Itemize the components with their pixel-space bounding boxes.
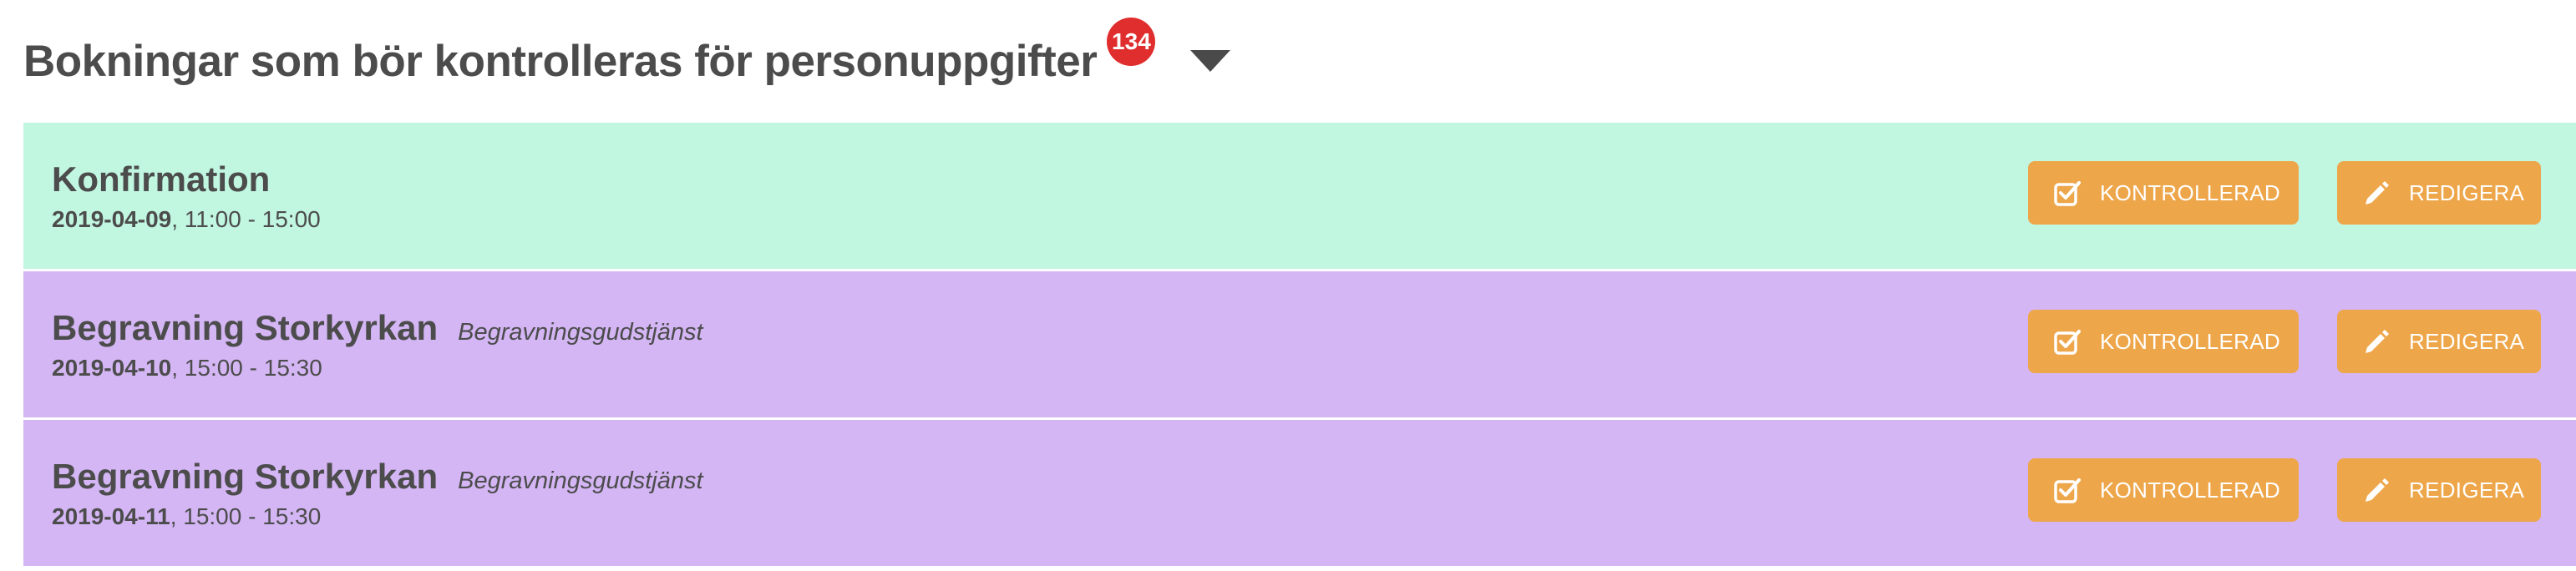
pencil-icon: [2362, 476, 2391, 504]
booking-info: Konfirmation 2019-04-09, 11:00 - 15:00: [52, 159, 321, 233]
mark-checked-label: KONTROLLERAD: [2100, 477, 2280, 503]
count-badge: 134: [1107, 18, 1156, 66]
booking-row: Begravning Storkyrkan Begravningsgudstjä…: [23, 420, 2576, 566]
section-header: Bokningar som bör kontrolleras för perso…: [23, 15, 1232, 107]
mark-checked-button[interactable]: KONTROLLERAD: [2028, 161, 2299, 225]
booking-type: Begravningsgudstjänst: [458, 319, 703, 346]
booking-type: Begravningsgudstjänst: [458, 467, 703, 494]
edit-button[interactable]: REDIGERA: [2337, 458, 2541, 522]
edit-label: REDIGERA: [2409, 477, 2525, 503]
edit-label: REDIGERA: [2409, 328, 2525, 354]
booking-info: Begravning Storkyrkan Begravningsgudstjä…: [52, 308, 703, 382]
booking-name-line: Konfirmation: [52, 159, 321, 200]
row-actions: KONTROLLERAD REDIGERA: [2028, 161, 2541, 225]
booking-row: Konfirmation 2019-04-09, 11:00 - 15:00 K…: [23, 123, 2576, 269]
row-actions: KONTROLLERAD REDIGERA: [2028, 458, 2541, 522]
collapse-toggle[interactable]: [1189, 47, 1232, 75]
edit-button[interactable]: REDIGERA: [2337, 161, 2541, 225]
row-actions: KONTROLLERAD REDIGERA: [2028, 310, 2541, 373]
pencil-icon: [2362, 179, 2391, 207]
mark-checked-label: KONTROLLERAD: [2100, 179, 2280, 205]
booking-name: Begravning Storkyrkan: [52, 457, 439, 496]
edit-label: REDIGERA: [2409, 179, 2525, 205]
pencil-icon: [2362, 327, 2391, 356]
mark-checked-label: KONTROLLERAD: [2100, 328, 2280, 354]
booking-name-line: Begravning Storkyrkan Begravningsgudstjä…: [52, 308, 703, 348]
booking-list: Konfirmation 2019-04-09, 11:00 - 15:00 K…: [23, 123, 2576, 568]
booking-info: Begravning Storkyrkan Begravningsgudstjä…: [52, 457, 703, 530]
checkbox-checked-icon: [2053, 327, 2082, 356]
booking-row: Begravning Storkyrkan Begravningsgudstjä…: [23, 271, 2576, 417]
checkbox-checked-icon: [2053, 476, 2082, 504]
booking-name-line: Begravning Storkyrkan Begravningsgudstjä…: [52, 457, 703, 497]
checkbox-checked-icon: [2053, 179, 2082, 207]
edit-button[interactable]: REDIGERA: [2337, 310, 2541, 373]
booking-time: , 15:00 - 15:30: [171, 355, 322, 381]
booking-time: , 11:00 - 15:00: [171, 206, 321, 232]
caret-down-icon: [1190, 50, 1231, 72]
booking-datetime: 2019-04-09, 11:00 - 15:00: [52, 206, 321, 233]
booking-date: 2019-04-09: [52, 206, 172, 232]
booking-datetime: 2019-04-10, 15:00 - 15:30: [52, 355, 703, 382]
section-title: Bokningar som bör kontrolleras för perso…: [23, 36, 1098, 86]
booking-date: 2019-04-10: [52, 355, 172, 381]
booking-time: , 15:00 - 15:30: [170, 503, 322, 529]
booking-datetime: 2019-04-11, 15:00 - 15:30: [52, 503, 703, 530]
mark-checked-button[interactable]: KONTROLLERAD: [2028, 310, 2299, 373]
booking-name: Konfirmation: [52, 159, 271, 199]
booking-name: Begravning Storkyrkan: [52, 308, 439, 347]
mark-checked-button[interactable]: KONTROLLERAD: [2028, 458, 2299, 522]
booking-date: 2019-04-11: [52, 503, 170, 529]
